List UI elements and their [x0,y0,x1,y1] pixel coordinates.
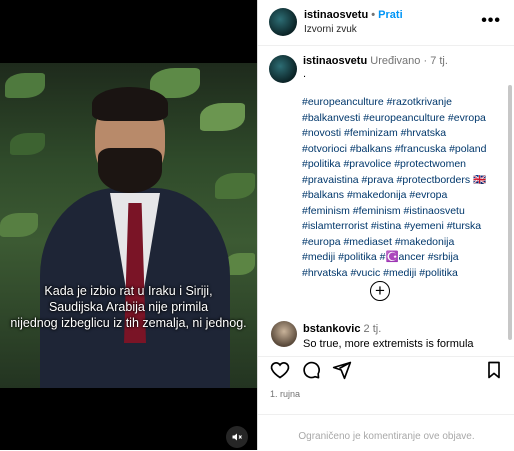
comment-icon[interactable] [301,360,321,380]
post-date[interactable]: 1. rujna [270,389,300,399]
caption-header: istinaosvetu Uređivano · 7 tj. [303,55,448,67]
post-header: istinaosvetu • Prati Izvorni zvuk ••• [258,0,514,46]
avatar[interactable] [269,8,297,36]
edited-label: Uređivano [370,55,421,67]
action-bar [258,356,514,387]
subtitle-line: Kada je izbio rat u Iraku i Siriji, [44,284,213,298]
subtitle-line: nijednog izbeglicu iz tih zemalja, ni je… [10,316,247,330]
header-line: istinaosvetu • Prati [304,9,403,21]
audio-link[interactable]: Izvorni zvuk [304,24,357,35]
heart-icon[interactable] [270,360,290,380]
comment-username[interactable]: bstankovic [303,323,360,335]
hashtag-block: #europeanculture #razotkrivanje #balkanv… [302,95,510,281]
hashtag-line[interactable]: #islamterrorist #istina #yemeni #turska [302,219,510,235]
mute-button[interactable] [226,426,248,448]
comment-header: bstankovic 2 tj. [303,323,381,335]
post-sidebar: istinaosvetu • Prati Izvorni zvuk ••• is… [257,0,514,450]
comment-avatar[interactable] [271,321,297,347]
hashtag-line[interactable]: #otvorioci #balkans #francuska #poland [302,142,510,158]
comments-disabled-notice: Ograničeno je komentiranje ove objave. [298,431,475,442]
video-frame[interactable] [0,63,257,388]
follow-button[interactable]: Prati [378,9,402,21]
load-more-comments-icon[interactable]: + [370,281,390,301]
separator-dot: • [371,9,376,21]
hashtag-line[interactable]: #balkans #makedonija #evropa [302,188,510,204]
hashtag-line[interactable]: #europa #mediaset #makedonija [302,235,510,251]
comment-time[interactable]: 2 tj. [364,323,382,335]
comment-text: So true, more extremists is formula [303,338,474,350]
hashtag-line[interactable]: #novosti #feminizam #hrvatska [302,126,510,142]
scrollbar[interactable] [508,85,512,340]
username-link[interactable]: istinaosvetu [304,9,368,21]
video-player[interactable]: Kada je izbio rat u Iraku i Siriji, Saud… [0,0,257,450]
hashtag-line[interactable]: #pravaistina #prava #protectborders 🇬🇧 [302,173,510,189]
share-icon[interactable] [332,360,352,380]
subtitle-line: Saudijska Arabija nije primila [48,300,209,314]
caption-avatar[interactable] [269,55,297,83]
post-view: Kada je izbio rat u Iraku i Siriji, Saud… [0,0,514,450]
caption-username[interactable]: istinaosvetu [303,55,367,67]
caption-first-line: . [303,68,307,80]
hashtag-line[interactable]: #politika #pravolice #protectwomen [302,157,510,173]
hashtag-line[interactable]: #europeanculture #razotkrivanje [302,95,510,111]
more-options-icon[interactable]: ••• [481,12,501,30]
caption-time[interactable]: 7 tj. [430,55,448,67]
video-subtitles: Kada je izbio rat u Iraku i Siriji, Saud… [0,283,257,331]
hashtag-line[interactable]: #hrvatska #vucic #mediji #politika [302,266,510,282]
hashtag-line[interactable]: #mediji #politika #☪️ancer #srbija [302,250,510,266]
speaker-muted-icon [232,433,242,441]
hashtag-line[interactable]: #feminism #feminism #istinaosvetu [302,204,510,220]
bookmark-icon[interactable] [484,360,504,380]
hashtag-line[interactable]: #balkanvesti #europeanculture #evropa [302,111,510,127]
speaker-figure [40,87,230,388]
